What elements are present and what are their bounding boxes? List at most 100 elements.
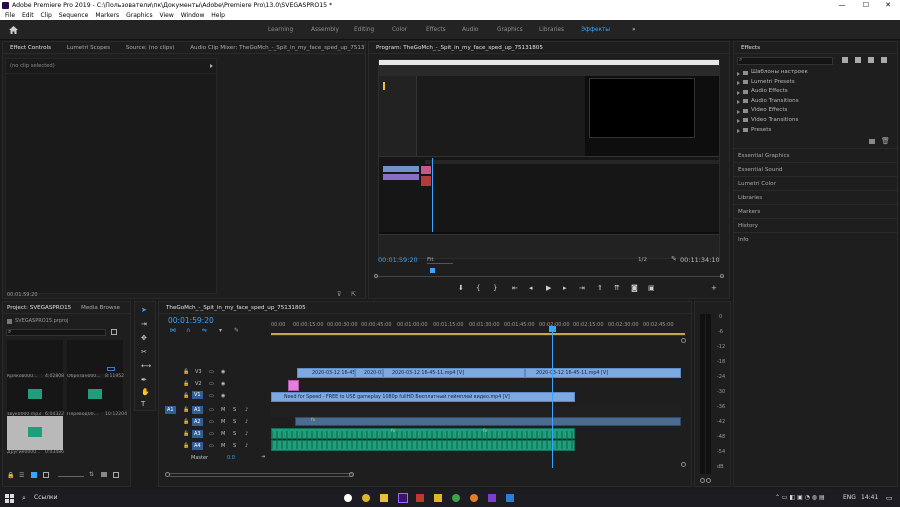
clip-v3-a[interactable]: 2020-03-12 16-45-1 [297, 368, 355, 378]
new-item-icon[interactable] [113, 472, 119, 478]
program-preview[interactable] [378, 59, 720, 259]
lock-icon[interactable]: 🔓 [183, 393, 189, 399]
app-green-icon[interactable] [452, 494, 460, 502]
clip-v1[interactable]: Need for Speed - FREE to USE gameplay 10… [271, 392, 575, 402]
voiceover-mic-icon[interactable]: ♪ [245, 407, 248, 413]
tab-program[interactable]: Program: TheGoMch_-_Spit_in_my_face_sped… [376, 42, 543, 53]
tab-source[interactable]: Source: (no clips) [126, 42, 175, 53]
sync-lock-icon[interactable]: ▭ [209, 369, 214, 375]
list-view-icon[interactable]: ☰ [19, 472, 24, 479]
mute-button[interactable]: M [221, 443, 225, 449]
menu-markers[interactable]: Markers [95, 11, 119, 20]
slip-tool-icon[interactable]: ⟷ [141, 362, 151, 370]
time-ruler[interactable]: 00:00 00:00:15:00 00:00:30:00 00:00:45:0… [271, 320, 685, 336]
selection-tool-icon[interactable]: ➤ [141, 306, 147, 314]
section-info[interactable]: Info [734, 232, 897, 246]
settings-wrench-icon[interactable]: ✎ [671, 255, 677, 263]
play-icon[interactable]: ▶ [546, 284, 551, 292]
effects-item-video-transitions[interactable]: Video Transitions [734, 116, 897, 126]
mute-button[interactable]: M [221, 407, 225, 413]
language-indicator[interactable]: ENG [843, 489, 856, 507]
taskbar-search-icon[interactable]: ⌕ [22, 489, 26, 507]
effects-item-audio-transitions[interactable]: Audio Transitions [734, 97, 897, 107]
track-label[interactable]: V2 [195, 381, 202, 387]
solo-button[interactable]: S [233, 407, 236, 413]
notification-icon[interactable]: ▭ [886, 489, 893, 507]
list-item[interactable]: звук0000.mp3 6:04322 [7, 378, 64, 417]
scrubber-playhead-icon[interactable] [430, 268, 435, 273]
fit-dropdown[interactable]: Fit [427, 257, 453, 264]
new-bin-from-search-icon[interactable] [111, 329, 117, 335]
program-timecode[interactable]: 00:01:59:20 [378, 256, 418, 264]
chrome-icon[interactable] [362, 494, 370, 502]
premiere-icon[interactable] [398, 493, 408, 503]
solo-button[interactable]: S [233, 431, 236, 437]
clip-v3-b[interactable]: 2020-03- [355, 368, 383, 378]
solo-button[interactable]: S [233, 443, 236, 449]
add-marker-icon[interactable]: ▾ [219, 327, 222, 334]
scrubber-start-icon[interactable] [374, 274, 378, 278]
windows-start-icon[interactable] [5, 494, 14, 503]
new-bin-icon[interactable] [881, 57, 887, 63]
track-label[interactable]: A3 [192, 430, 203, 438]
list-item[interactable]: Обрезан000... 8:11952 [67, 340, 124, 379]
tab-media-browser[interactable]: Media Browse [81, 302, 120, 313]
timeline-scrollbar[interactable] [169, 473, 353, 477]
track-label[interactable]: A4 [192, 442, 203, 450]
fx-badge[interactable]: fx [391, 429, 395, 434]
app-red-icon[interactable] [416, 494, 424, 502]
tab-effects[interactable]: Effects [741, 42, 760, 53]
sync-lock-icon[interactable]: ▭ [209, 393, 214, 399]
tab-sequence[interactable]: TheGoMch_-_Spit_in_my_face_sped_up_75131… [166, 302, 306, 313]
task-view-icon[interactable] [344, 494, 352, 502]
timeline-settings-icon[interactable]: ✎ [234, 327, 239, 334]
section-markers[interactable]: Markers [734, 204, 897, 218]
type-tool-icon[interactable]: T [141, 400, 145, 408]
playhead-handle-icon[interactable] [549, 326, 556, 332]
menu-edit[interactable]: Edit [22, 11, 34, 20]
expand-arrow-icon[interactable] [210, 64, 213, 68]
resolution-page[interactable]: 1/2 [638, 257, 647, 263]
sync-lock-icon[interactable]: ▭ [209, 419, 214, 425]
tracks-area[interactable]: 2020-03-12 16-45-1 2020-03- 2020-03-12 1… [271, 326, 681, 468]
section-libraries[interactable]: Libraries [734, 190, 897, 204]
scroll-up-icon[interactable] [681, 338, 686, 343]
effects-item-lumetri-presets[interactable]: Lumetri Presets [734, 78, 897, 88]
voiceover-mic-icon[interactable]: ♪ [245, 419, 248, 425]
sync-lock-icon[interactable]: ▭ [209, 443, 214, 449]
minimize-button[interactable]: — [834, 0, 850, 11]
delete-icon[interactable]: 🗑 [881, 137, 890, 145]
close-button[interactable]: ✕ [880, 0, 896, 11]
source-patch-a1[interactable]: A1 [165, 406, 176, 414]
section-history[interactable]: History [734, 218, 897, 232]
tab-project[interactable]: Project: SVEGASPRO15 [7, 302, 71, 313]
app-blue-icon[interactable] [506, 494, 514, 502]
razor-tool-icon[interactable]: ✂ [141, 348, 147, 356]
eye-icon[interactable]: ◉ [221, 381, 225, 387]
track-select-tool-icon[interactable]: ⇥ [141, 320, 147, 328]
workspace-custom-effects[interactable]: Эффекты [581, 20, 610, 40]
camera-icon[interactable]: ◙ [631, 284, 638, 292]
freeform-view-icon[interactable] [43, 472, 49, 478]
lock-icon[interactable]: 🔒 [7, 472, 14, 479]
pen-tool-icon[interactable]: ✒ [141, 376, 147, 384]
workspace-learning[interactable]: Learning [268, 20, 293, 40]
export-frame-icon[interactable]: ⇱ [351, 291, 356, 298]
eye-icon[interactable]: ◉ [221, 393, 225, 399]
effects-item-video-effects[interactable]: Video Effects [734, 106, 897, 116]
playhead[interactable] [552, 328, 553, 468]
sort-icon[interactable]: ⇅ [89, 471, 94, 478]
nest-icon[interactable]: ⋈ [170, 327, 176, 334]
32bit-filter-icon[interactable] [855, 57, 861, 63]
step-forward-icon[interactable]: ▸ [563, 284, 567, 292]
section-essential-graphics[interactable]: Essential Graphics [734, 148, 897, 162]
compare-icon[interactable]: ▣ [648, 284, 655, 292]
lock-icon[interactable]: 🔓 [183, 381, 189, 387]
app-yellow-icon[interactable] [434, 494, 442, 502]
scroll-left-icon[interactable] [165, 472, 170, 477]
voiceover-mic-icon[interactable]: ♪ [245, 443, 248, 449]
voiceover-mic-icon[interactable]: ♪ [245, 431, 248, 437]
taskbar-search-text[interactable]: Ссылки [34, 489, 58, 507]
menu-graphics[interactable]: Graphics [126, 11, 153, 20]
workspace-editing[interactable]: Editing [354, 20, 374, 40]
